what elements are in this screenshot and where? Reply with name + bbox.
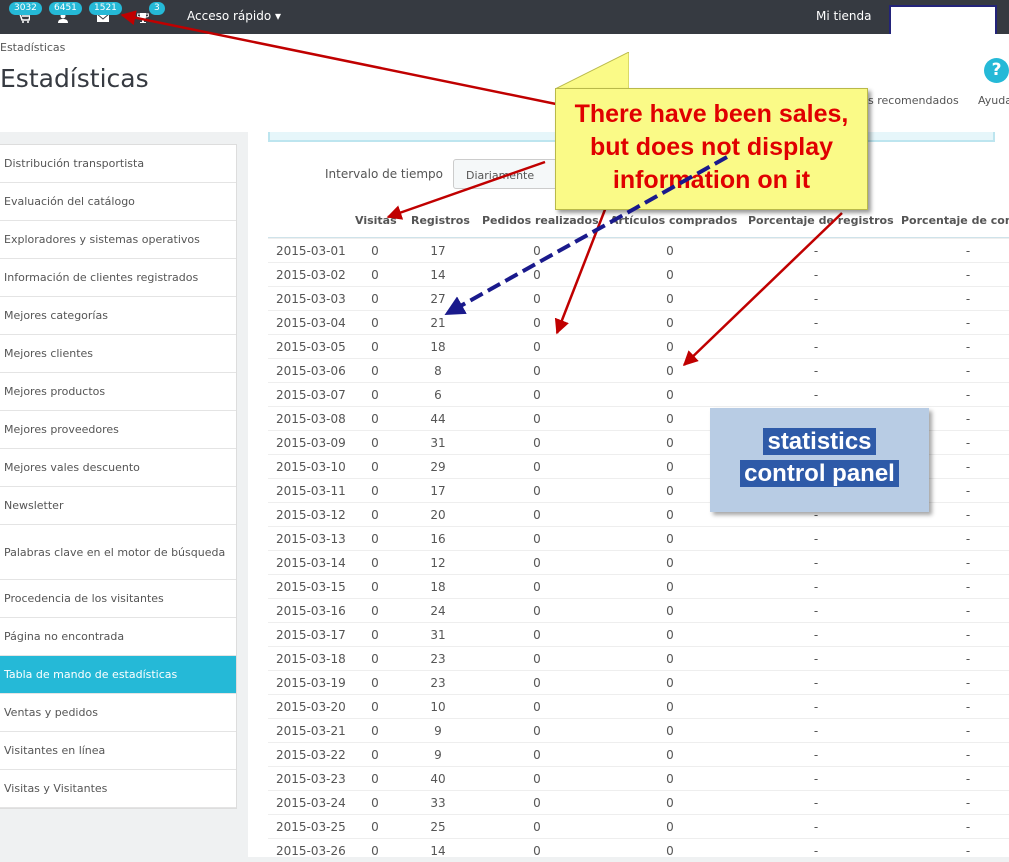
- info-note-line: control panel: [740, 460, 899, 487]
- info-note-line: statistics: [763, 428, 876, 455]
- info-note-text: statistics control panel: [710, 426, 929, 490]
- dashed-arrow-to-registrations: [444, 155, 728, 315]
